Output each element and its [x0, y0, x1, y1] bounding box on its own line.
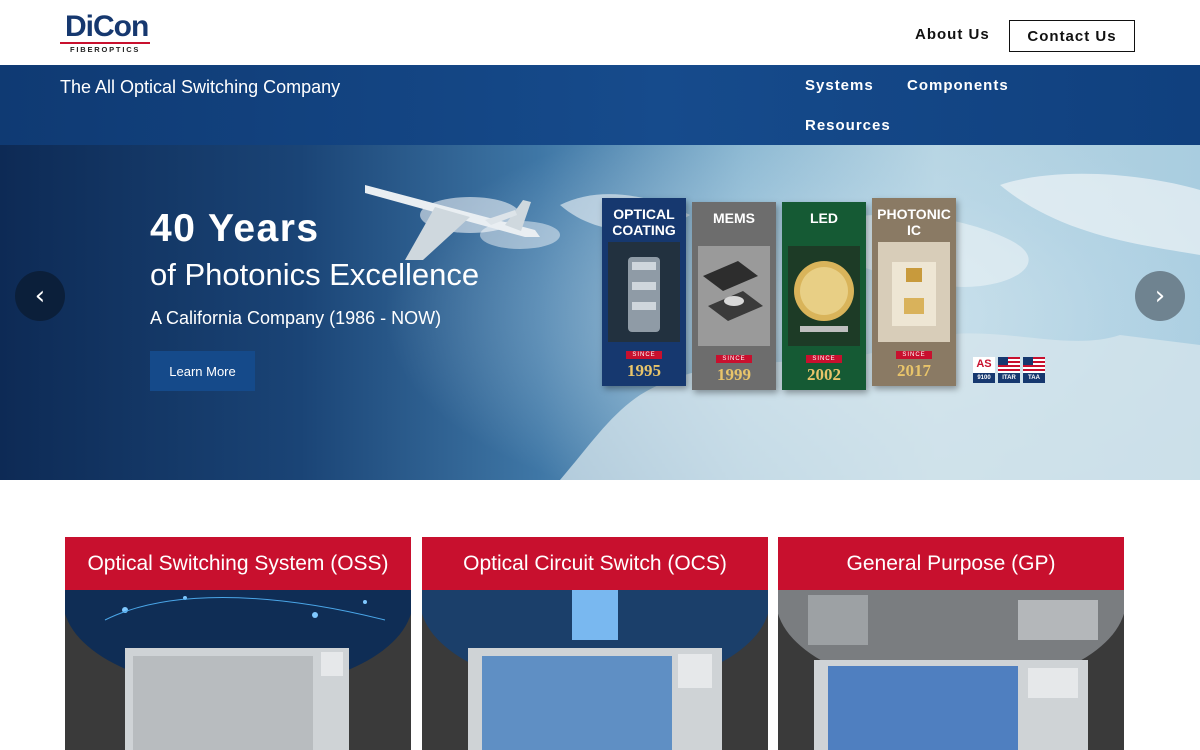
nav-resources[interactable]: Resources — [805, 117, 891, 134]
banner-since: SINCE — [806, 355, 842, 363]
mems-image — [698, 246, 770, 346]
logo-underline — [60, 42, 150, 44]
nav-about-us[interactable]: About Us — [915, 26, 990, 43]
card-title: Optical Circuit Switch (OCS) — [422, 537, 768, 590]
ocs-product-image — [422, 590, 768, 750]
card-title: Optical Switching System (OSS) — [65, 537, 411, 590]
nav-components[interactable]: Components — [907, 77, 1009, 94]
banner-title: LED — [810, 210, 838, 226]
slider-prev-arrow-icon[interactable]: ‹ — [15, 271, 65, 321]
logo-wordmark: DiCon — [65, 10, 149, 43]
gp-product-image — [778, 590, 1124, 750]
slider-next-arrow-icon[interactable]: › — [1135, 271, 1185, 321]
card-oss[interactable]: Optical Switching System (OSS) — [65, 537, 411, 750]
learn-more-button[interactable]: Learn More — [150, 351, 255, 391]
banner-year: 2017 — [897, 361, 931, 380]
primary-nav-band: The All Optical Switching Company System… — [0, 65, 1200, 145]
us-flag-icon — [1023, 357, 1045, 373]
banner-year: 1999 — [717, 365, 751, 384]
hero-slider: 40 Years of Photonics Excellence A Calif… — [0, 145, 1200, 480]
banner-photonic-ic: PHOTONIC IC SINCE 2017 — [872, 198, 956, 386]
taa-flag-badge: TAA — [1023, 357, 1045, 383]
banner-year: 2002 — [807, 365, 841, 384]
banner-since: SINCE — [896, 351, 932, 359]
logo-subtitle: FIBEROPTICS — [70, 45, 141, 54]
cert-label: ITAR — [998, 373, 1020, 383]
hero-tagline: A California Company (1986 - NOW) — [150, 308, 442, 328]
card-gp[interactable]: General Purpose (GP) — [778, 537, 1124, 750]
banner-since: SINCE — [716, 355, 752, 363]
contact-us-button[interactable]: Contact Us — [1009, 20, 1135, 52]
banner-mems: MEMS SINCE 1999 — [692, 202, 776, 390]
itar-flag-badge: ITAR — [998, 357, 1020, 383]
oss-product-image — [65, 590, 411, 750]
cert-label: 9100 — [973, 373, 995, 383]
banner-title: MEMS — [713, 210, 755, 226]
us-flag-icon — [998, 357, 1020, 373]
banner-title: OPTICAL COATING — [612, 206, 676, 238]
led-wafer-image — [788, 246, 860, 346]
banner-optical-coating: OPTICAL COATING SINCE 1995 — [602, 198, 686, 386]
site-header: DiCon FIBEROPTICS About Us Contact Us — [0, 0, 1200, 65]
banner-since: SINCE — [626, 351, 662, 359]
nav-systems[interactable]: Systems — [805, 77, 874, 94]
banner-year: 1995 — [627, 361, 661, 380]
photonic-ic-image — [878, 242, 950, 342]
cert-mark: AS — [976, 358, 992, 370]
optical-coating-image — [608, 242, 680, 342]
company-tagline: The All Optical Switching Company — [60, 77, 341, 97]
dicon-logo[interactable]: DiCon FIBEROPTICS — [60, 10, 152, 56]
banner-led: LED SINCE 2002 — [782, 202, 866, 390]
cert-label: TAA — [1023, 373, 1045, 383]
as9100-cert-badge: AS 9100 — [973, 357, 995, 383]
banner-title: PHOTONIC IC — [877, 206, 951, 238]
card-title: General Purpose (GP) — [778, 537, 1124, 590]
hero-title: 40 Years — [150, 207, 320, 250]
card-ocs[interactable]: Optical Circuit Switch (OCS) — [422, 537, 768, 750]
hero-subtitle: of Photonics Excellence — [150, 257, 480, 292]
